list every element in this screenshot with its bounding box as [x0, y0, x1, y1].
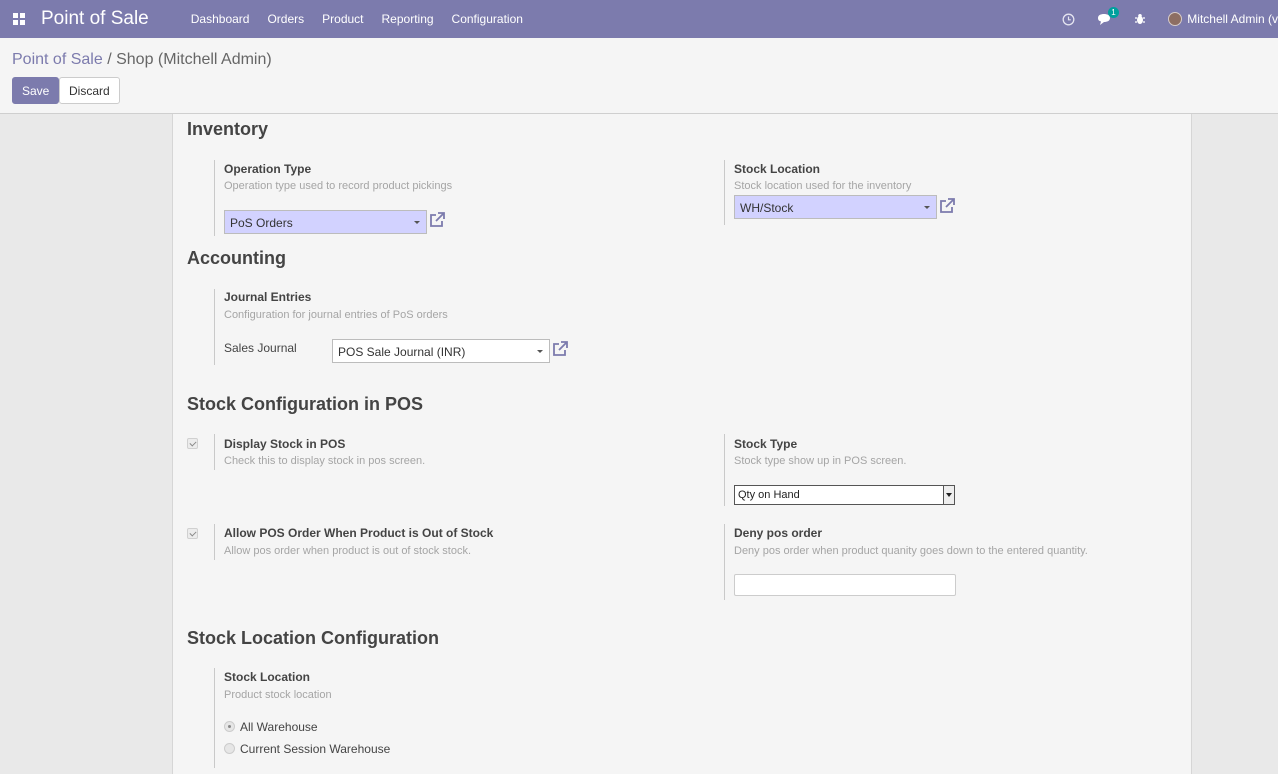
- avatar: [1168, 12, 1183, 26]
- systray: 1 Mitchell Admin (v: [1062, 0, 1278, 38]
- external-link-icon[interactable]: [428, 211, 446, 229]
- menu-item-dashboard[interactable]: Dashboard: [191, 12, 250, 26]
- allow-order-checkbox[interactable]: [187, 528, 198, 539]
- display-stock-help: Check this to display stock in pos scree…: [224, 455, 426, 467]
- stock-type-value: Qty on Hand: [738, 489, 800, 501]
- section-title-inventory: Inventory: [187, 119, 269, 139]
- stock-location-select[interactable]: WH/Stock: [734, 195, 937, 219]
- messages-count-badge: 1: [1108, 6, 1119, 18]
- breadcrumb-current: Shop (Mitchell Admin): [116, 51, 272, 68]
- allow-order-help: Allow pos order when product is out of s…: [224, 545, 472, 557]
- dropdown-arrow-icon: [943, 486, 954, 504]
- stock-type-label: Stock Type: [734, 437, 798, 451]
- stock-location-help: Stock location used for the inventory: [734, 180, 912, 192]
- control-panel: Point of Sale / Shop (Mitchell Admin) Sa…: [0, 38, 1278, 114]
- display-stock-checkbox[interactable]: [187, 438, 198, 449]
- menu-item-configuration[interactable]: Configuration: [452, 12, 523, 26]
- deny-order-label: Deny pos order: [734, 526, 823, 540]
- radio-current-session-warehouse-label[interactable]: Current Session Warehouse: [240, 742, 390, 756]
- deny-order-help: Deny pos order when product quanity goes…: [734, 545, 1088, 557]
- operation-type-value: PoS Orders: [230, 216, 293, 230]
- main-menu: Dashboard Orders Product Reporting Confi…: [191, 12, 541, 26]
- chevron-down-icon: [537, 350, 543, 353]
- sales-journal-select[interactable]: POS Sale Journal (INR): [332, 339, 550, 363]
- breadcrumb-separator: /: [107, 51, 112, 68]
- journal-entries-help: Configuration for journal entries of PoS…: [224, 309, 448, 321]
- save-button[interactable]: Save: [12, 77, 60, 104]
- menu-item-orders[interactable]: Orders: [267, 12, 304, 26]
- external-link-icon[interactable]: [938, 197, 956, 215]
- operation-type-select[interactable]: PoS Orders: [224, 210, 427, 234]
- sales-journal-value: POS Sale Journal (INR): [338, 345, 466, 359]
- menu-item-reporting[interactable]: Reporting: [382, 12, 434, 26]
- section-title-stock-config: Stock Configuration in POS: [187, 394, 424, 414]
- product-stock-location-help: Product stock location: [224, 689, 332, 701]
- stock-type-select[interactable]: Qty on Hand: [734, 485, 955, 505]
- product-stock-location-label: Stock Location: [224, 670, 311, 684]
- user-menu[interactable]: Mitchell Admin (v: [1168, 12, 1278, 26]
- section-title-accounting: Accounting: [187, 248, 286, 268]
- top-navbar: Point of Sale Dashboard Orders Product R…: [0, 0, 1278, 38]
- journal-entries-label: Journal Entries: [224, 290, 312, 304]
- stock-location-value: WH/Stock: [740, 201, 794, 215]
- breadcrumb-parent-link[interactable]: Point of Sale: [12, 51, 103, 68]
- operation-type-label: Operation Type: [224, 162, 312, 176]
- operation-type-help: Operation type used to record product pi…: [224, 180, 453, 192]
- debug-bug-icon[interactable]: [1134, 13, 1146, 25]
- chevron-down-icon: [924, 206, 930, 209]
- app-brand[interactable]: Point of Sale: [41, 8, 149, 30]
- stock-type-help: Stock type show up in POS screen.: [734, 455, 907, 467]
- apps-menu-icon[interactable]: [0, 0, 38, 38]
- allow-order-label: Allow POS Order When Product is Out of S…: [224, 526, 494, 540]
- chevron-down-icon: [414, 221, 420, 224]
- user-name: Mitchell Admin (v: [1187, 12, 1278, 26]
- breadcrumb: Point of Sale / Shop (Mitchell Admin): [12, 51, 272, 69]
- stock-location-label: Stock Location: [734, 162, 821, 176]
- messages-icon[interactable]: 1: [1097, 6, 1119, 26]
- display-stock-label: Display Stock in POS: [224, 437, 346, 451]
- radio-all-warehouse[interactable]: [224, 721, 235, 732]
- section-title-stock-location-config: Stock Location Configuration: [187, 628, 439, 648]
- activity-clock-icon[interactable]: [1062, 13, 1075, 26]
- menu-item-product[interactable]: Product: [322, 12, 363, 26]
- external-link-icon[interactable]: [551, 340, 569, 358]
- sales-journal-label: Sales Journal: [224, 341, 297, 355]
- deny-order-quantity-input[interactable]: [734, 574, 956, 596]
- form-sheet: Inventory Operation Type Operation type …: [172, 114, 1192, 774]
- discard-button[interactable]: Discard: [59, 77, 120, 104]
- radio-all-warehouse-label[interactable]: All Warehouse: [240, 720, 318, 734]
- radio-current-session-warehouse[interactable]: [224, 743, 235, 754]
